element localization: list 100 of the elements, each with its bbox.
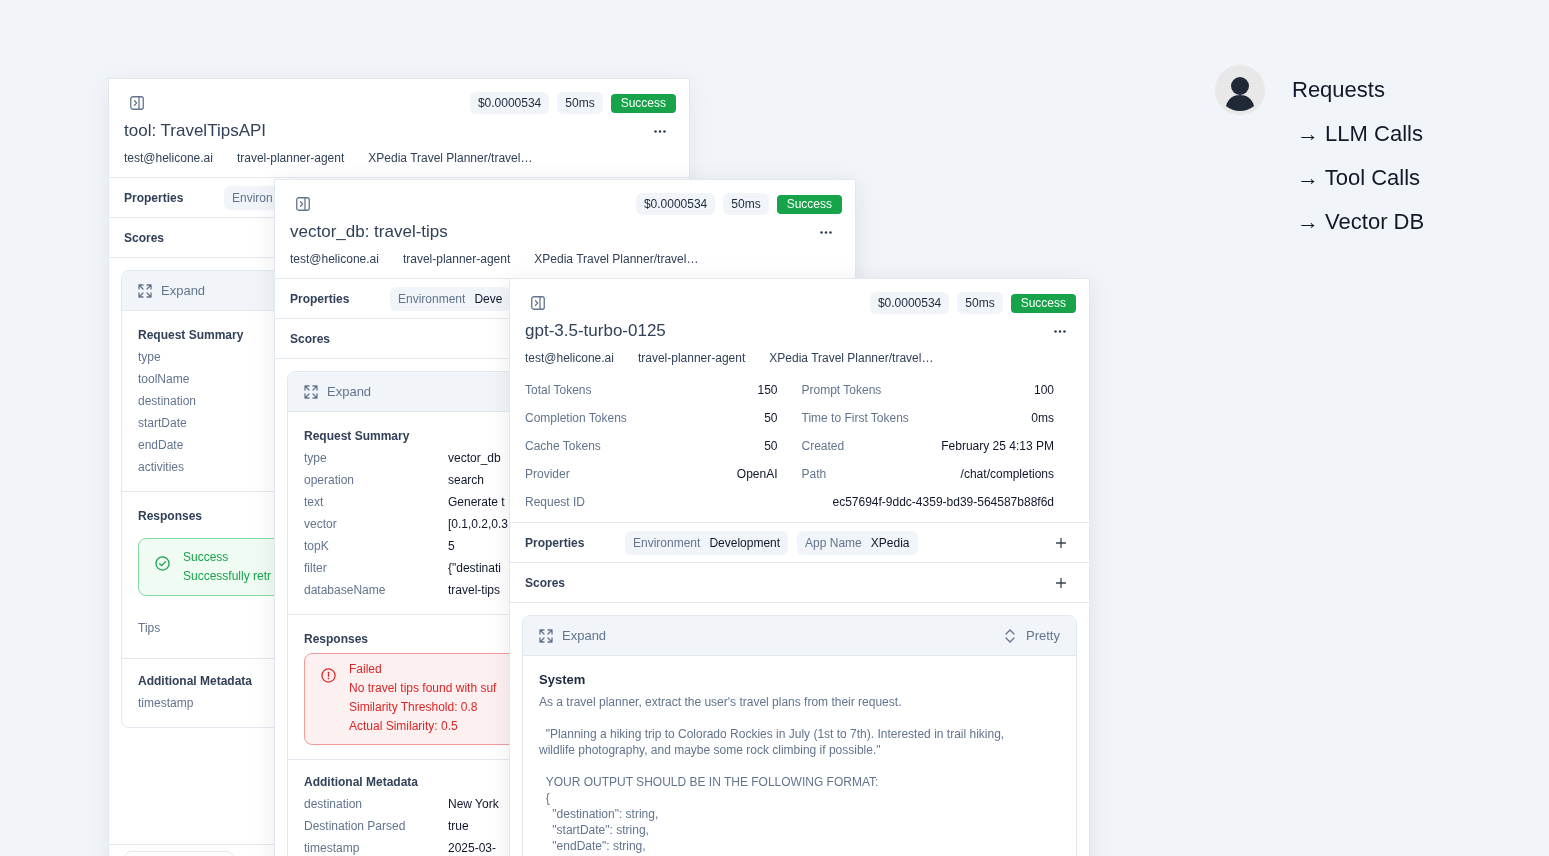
field-value: New York (448, 798, 499, 810)
more-icon[interactable] (820, 230, 832, 234)
section-title: Request Summary (304, 428, 410, 444)
format-button[interactable]: Pretty (1005, 625, 1060, 646)
response-message: No travel tips found with suf (349, 680, 497, 697)
expand-icon (304, 384, 318, 399)
stat-label: Time to First Tokens (801, 410, 909, 426)
avatar-icon (1215, 65, 1265, 115)
field-value: 2025-03- (448, 842, 497, 854)
scores-label: Scores (525, 574, 566, 591)
field-key: vector (304, 518, 337, 530)
cost-badge: $0.0000534 (469, 92, 550, 114)
stat-label: Total Tokens (525, 382, 592, 398)
field-value: Generate t (448, 496, 505, 508)
agent-name: travel-planner-agent (402, 251, 511, 267)
scores-label: Scores (124, 229, 165, 246)
field-value: true (448, 820, 469, 832)
request-path: XPedia Travel Planner/travel… (769, 350, 934, 366)
panel-toggle-icon[interactable] (296, 197, 310, 211)
field-key: text (304, 496, 324, 508)
legend-item: → Vector DB (1297, 208, 1425, 236)
chevrons-up-down-icon (1005, 628, 1016, 643)
field-key: timestamp (138, 697, 194, 709)
property-key: App Name (805, 534, 862, 551)
field-key: activities (138, 461, 184, 473)
section-title: Responses (304, 631, 369, 647)
property-key: Environ (232, 189, 273, 206)
agent-name: travel-planner-agent (637, 350, 746, 366)
alert-circle-icon (321, 668, 336, 683)
field-key: startDate (138, 417, 187, 429)
more-icon[interactable] (654, 129, 666, 133)
section-title: Additional Metadata (138, 673, 252, 689)
check-circle-icon (155, 556, 170, 571)
property-value: Development (709, 534, 781, 551)
properties-label: Properties (124, 189, 184, 206)
stat-value: OpenAI (736, 466, 778, 482)
latency-badge: 50ms (557, 92, 603, 114)
response-message: Actual Similarity: 0.5 (349, 718, 458, 735)
status-badge: Success (610, 93, 676, 113)
stat-label: Cache Tokens (525, 438, 601, 454)
field-value: 5 (448, 540, 455, 552)
request-title: vector_db: travel-tips (290, 221, 448, 243)
stat-value: 150 (757, 382, 778, 398)
field-key: timestamp (304, 842, 360, 854)
cost-badge: $0.0000534 (635, 193, 716, 215)
expand-button[interactable]: Expand (539, 625, 607, 646)
stat-label: Request ID (525, 494, 586, 510)
legend-item: → LLM Calls (1297, 120, 1423, 148)
agent-name: travel-planner-agent (236, 150, 345, 166)
user-email: test@helicone.ai (124, 150, 213, 166)
panel-toggle-icon[interactable] (130, 96, 144, 110)
request-path: XPedia Travel Planner/travel… (534, 251, 699, 267)
latency-badge: 50ms (957, 292, 1003, 314)
stat-value: /chat/completions (960, 466, 1054, 482)
expand-button[interactable]: Expand (304, 381, 372, 402)
stat-value: 100 (1033, 382, 1054, 398)
status-badge: Success (776, 194, 842, 214)
response-note: Tips (138, 620, 161, 636)
properties-label: Properties (525, 534, 585, 551)
request-id: ec57694f-9ddc-4359-bd39-564587b88f6d (832, 494, 1054, 510)
stat-label: Prompt Tokens (801, 382, 882, 398)
cost-badge: $0.0000534 (869, 292, 950, 314)
stat-label: Created (801, 438, 845, 454)
field-key: Destination Parsed (304, 820, 406, 832)
response-message: Similarity Threshold: 0.8 (349, 699, 478, 716)
response-message: Successfully retr (183, 568, 272, 585)
message-role: System (539, 672, 586, 688)
stat-label: Path (801, 466, 827, 482)
panel-toggle-icon[interactable] (531, 296, 545, 310)
field-key: operation (304, 474, 355, 486)
section-title: Responses (138, 508, 203, 524)
expand-icon (138, 283, 152, 298)
field-key: topK (304, 540, 329, 552)
user-email: test@helicone.ai (290, 251, 379, 267)
property-key: Environment (398, 290, 466, 307)
field-key: type (304, 452, 327, 464)
field-key: destination (304, 798, 363, 810)
expand-icon (539, 628, 553, 643)
properties-label: Properties (290, 290, 350, 307)
stat-value: 0ms (1031, 410, 1054, 426)
field-key: type (138, 351, 161, 363)
request-title: tool: TravelTipsAPI (124, 120, 267, 142)
property-key: Environment (633, 534, 701, 551)
property-value: XPedia (870, 534, 910, 551)
section-title: Additional Metadata (304, 774, 418, 790)
field-value: vector_db (448, 452, 501, 464)
field-key: endDate (138, 439, 184, 451)
response-title: Success (183, 549, 229, 566)
property-value: Deve (474, 290, 503, 307)
response-title: Failed (349, 661, 382, 678)
stat-value: February 25 4:13 PM (941, 438, 1054, 454)
status-badge: Success (1010, 293, 1076, 313)
latency-badge: 50ms (723, 193, 769, 215)
field-value: travel-tips (448, 584, 500, 596)
request-path: XPedia Travel Planner/travel… (368, 150, 533, 166)
field-key: filter (304, 562, 327, 574)
more-icon[interactable] (1054, 329, 1066, 333)
add-icon[interactable] (1056, 577, 1066, 588)
expand-button[interactable]: Expand (138, 280, 206, 301)
add-icon[interactable] (1056, 537, 1066, 548)
